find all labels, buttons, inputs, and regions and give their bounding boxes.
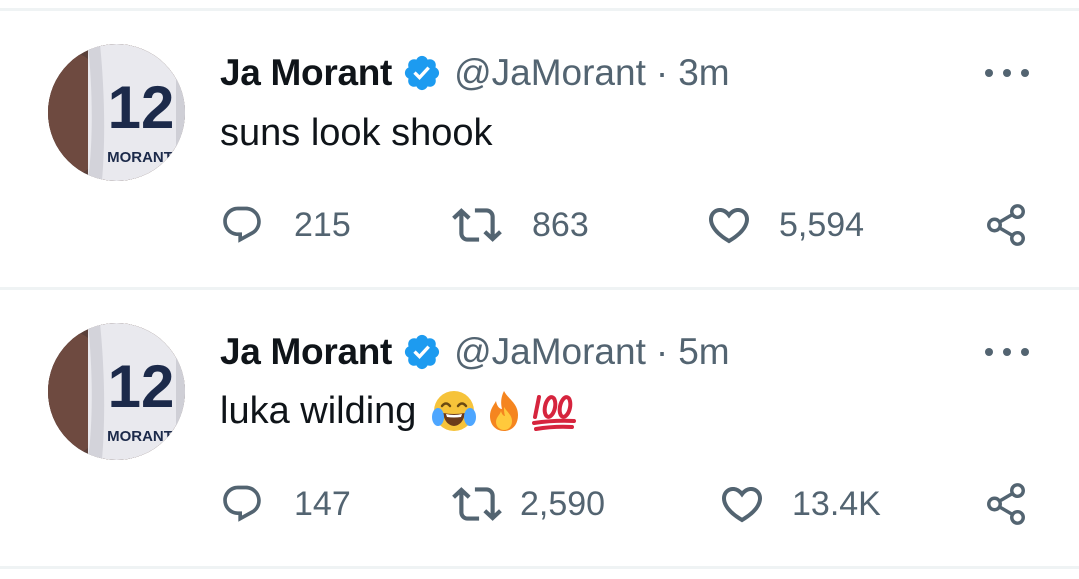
tweet-header: Ja Morant @JaMorant · 3m bbox=[220, 50, 730, 96]
jersey-name: MORANT bbox=[107, 149, 173, 166]
retweet-button[interactable]: 863 bbox=[452, 197, 589, 253]
retweet-count: 863 bbox=[532, 205, 589, 244]
tweet[interactable]: 12 MORANT Ja Morant @JaMorant · 5m luka … bbox=[0, 290, 1079, 568]
like-count: 13.4K bbox=[792, 484, 881, 523]
user-handle[interactable]: @JaMorant bbox=[454, 52, 646, 94]
retweet-count: 2,590 bbox=[520, 484, 606, 523]
separator-dot: · bbox=[655, 331, 669, 372]
reply-icon bbox=[220, 203, 264, 247]
tweet-text-content: luka wilding bbox=[220, 389, 417, 432]
verified-badge-icon bbox=[402, 53, 442, 93]
share-button[interactable] bbox=[983, 476, 1031, 532]
display-name[interactable]: Ja Morant bbox=[220, 331, 392, 373]
jersey-number: 12 bbox=[108, 74, 175, 141]
tweet-text: suns look shook bbox=[220, 112, 493, 155]
share-button[interactable] bbox=[983, 197, 1031, 253]
heart-icon bbox=[705, 201, 753, 249]
reply-count: 215 bbox=[294, 205, 351, 244]
like-button[interactable]: 13.4K bbox=[718, 476, 881, 532]
tweet-header: Ja Morant @JaMorant · 5m bbox=[220, 329, 730, 375]
share-icon bbox=[983, 481, 1029, 527]
retweet-icon bbox=[452, 200, 502, 250]
jersey-name: MORANT bbox=[107, 428, 173, 445]
reply-button[interactable]: 215 bbox=[220, 197, 351, 253]
like-button[interactable]: 5,594 bbox=[705, 197, 864, 253]
timestamp[interactable]: 3m bbox=[678, 52, 729, 94]
avatar[interactable]: 12 MORANT bbox=[48, 323, 185, 460]
more-options-icon[interactable] bbox=[985, 61, 1029, 85]
like-count: 5,594 bbox=[779, 205, 865, 244]
tweet-text: luka wilding bbox=[220, 387, 578, 435]
jersey-number: 12 bbox=[108, 353, 175, 420]
separator-dot: · bbox=[655, 52, 669, 93]
tweet-actions: 147 2,590 13.4K bbox=[0, 476, 1079, 532]
timestamp[interactable]: 5m bbox=[678, 331, 729, 373]
reply-icon bbox=[220, 482, 264, 526]
reply-button[interactable]: 147 bbox=[220, 476, 351, 532]
avatar[interactable]: 12 MORANT bbox=[48, 44, 185, 181]
bottom-divider bbox=[0, 566, 1079, 569]
more-options-icon[interactable] bbox=[985, 340, 1029, 364]
reply-count: 147 bbox=[294, 484, 351, 523]
retweet-icon bbox=[452, 479, 502, 529]
display-name[interactable]: Ja Morant bbox=[220, 52, 392, 94]
tweet-actions: 215 863 5,594 bbox=[0, 197, 1079, 253]
user-handle[interactable]: @JaMorant bbox=[454, 331, 646, 373]
face-with-tears-of-joy-icon bbox=[432, 391, 477, 431]
share-icon bbox=[983, 202, 1029, 248]
tweet[interactable]: 12 MORANT Ja Morant @JaMorant · 3m suns … bbox=[0, 11, 1079, 289]
verified-badge-icon bbox=[402, 332, 442, 372]
fire-icon bbox=[490, 391, 519, 431]
hundred-points-icon bbox=[532, 395, 577, 431]
tweet-text-content: suns look shook bbox=[220, 112, 493, 154]
retweet-button[interactable]: 2,590 bbox=[452, 476, 605, 532]
heart-icon bbox=[718, 480, 766, 528]
